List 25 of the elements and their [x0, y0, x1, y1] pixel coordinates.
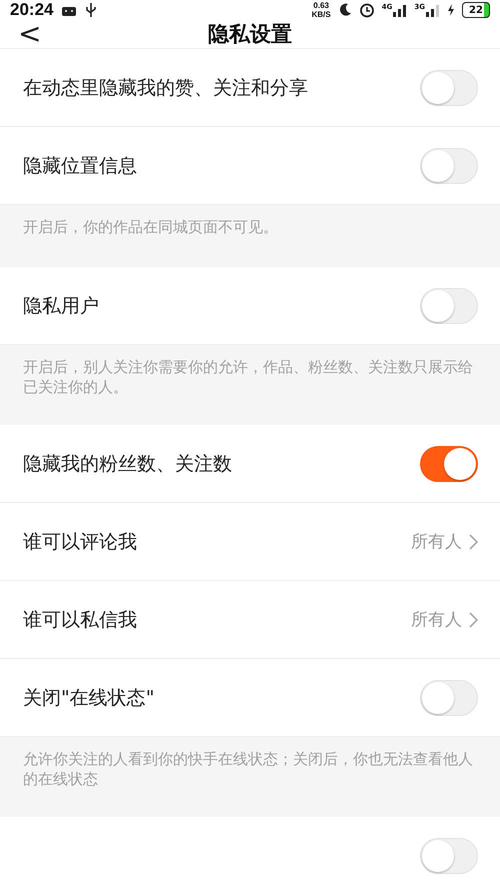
setting-value: 所有人 — [411, 531, 462, 553]
setting-label: 隐藏我的粉丝数、关注数 — [23, 452, 232, 476]
charging-icon — [447, 4, 455, 16]
usb-icon — [85, 2, 98, 18]
alarm-icon — [358, 2, 375, 18]
setting-value: 所有人 — [411, 609, 462, 631]
setting-label: 谁可以评论我 — [23, 530, 137, 554]
setting-label: 在动态里隐藏我的赞、关注和分享 — [23, 76, 308, 100]
chevron-right-icon — [468, 612, 478, 628]
toggle-switch[interactable] — [420, 446, 478, 482]
page-title: 隐私设置 — [208, 21, 292, 48]
setting-label: 隐藏位置信息 — [23, 154, 137, 178]
signal-icon — [426, 3, 440, 17]
network-speed: 0.63 KB/S — [312, 1, 331, 19]
setting-label: 关闭"在线状态" — [23, 686, 154, 710]
setting-description: 开启后，你的作品在同城页面不可见。 — [23, 217, 279, 237]
chevron-right-icon — [468, 534, 478, 550]
android-icon — [61, 4, 78, 16]
signal-icon — [393, 3, 408, 17]
setting-description: 开启后，别人关注你需要你的允许，作品、粉丝数、关注数只展示给已关注你的人。 — [23, 357, 474, 397]
setting-label: 隐私用户 — [23, 294, 99, 318]
setting-label: 谁可以私信我 — [23, 608, 137, 632]
battery-indicator: 22 — [462, 2, 490, 18]
setting-description: 允许你关注的人看到你的快手在线状态；关闭后，你也无法查看他人的在线状态 — [23, 749, 474, 789]
moon-icon — [338, 3, 352, 17]
